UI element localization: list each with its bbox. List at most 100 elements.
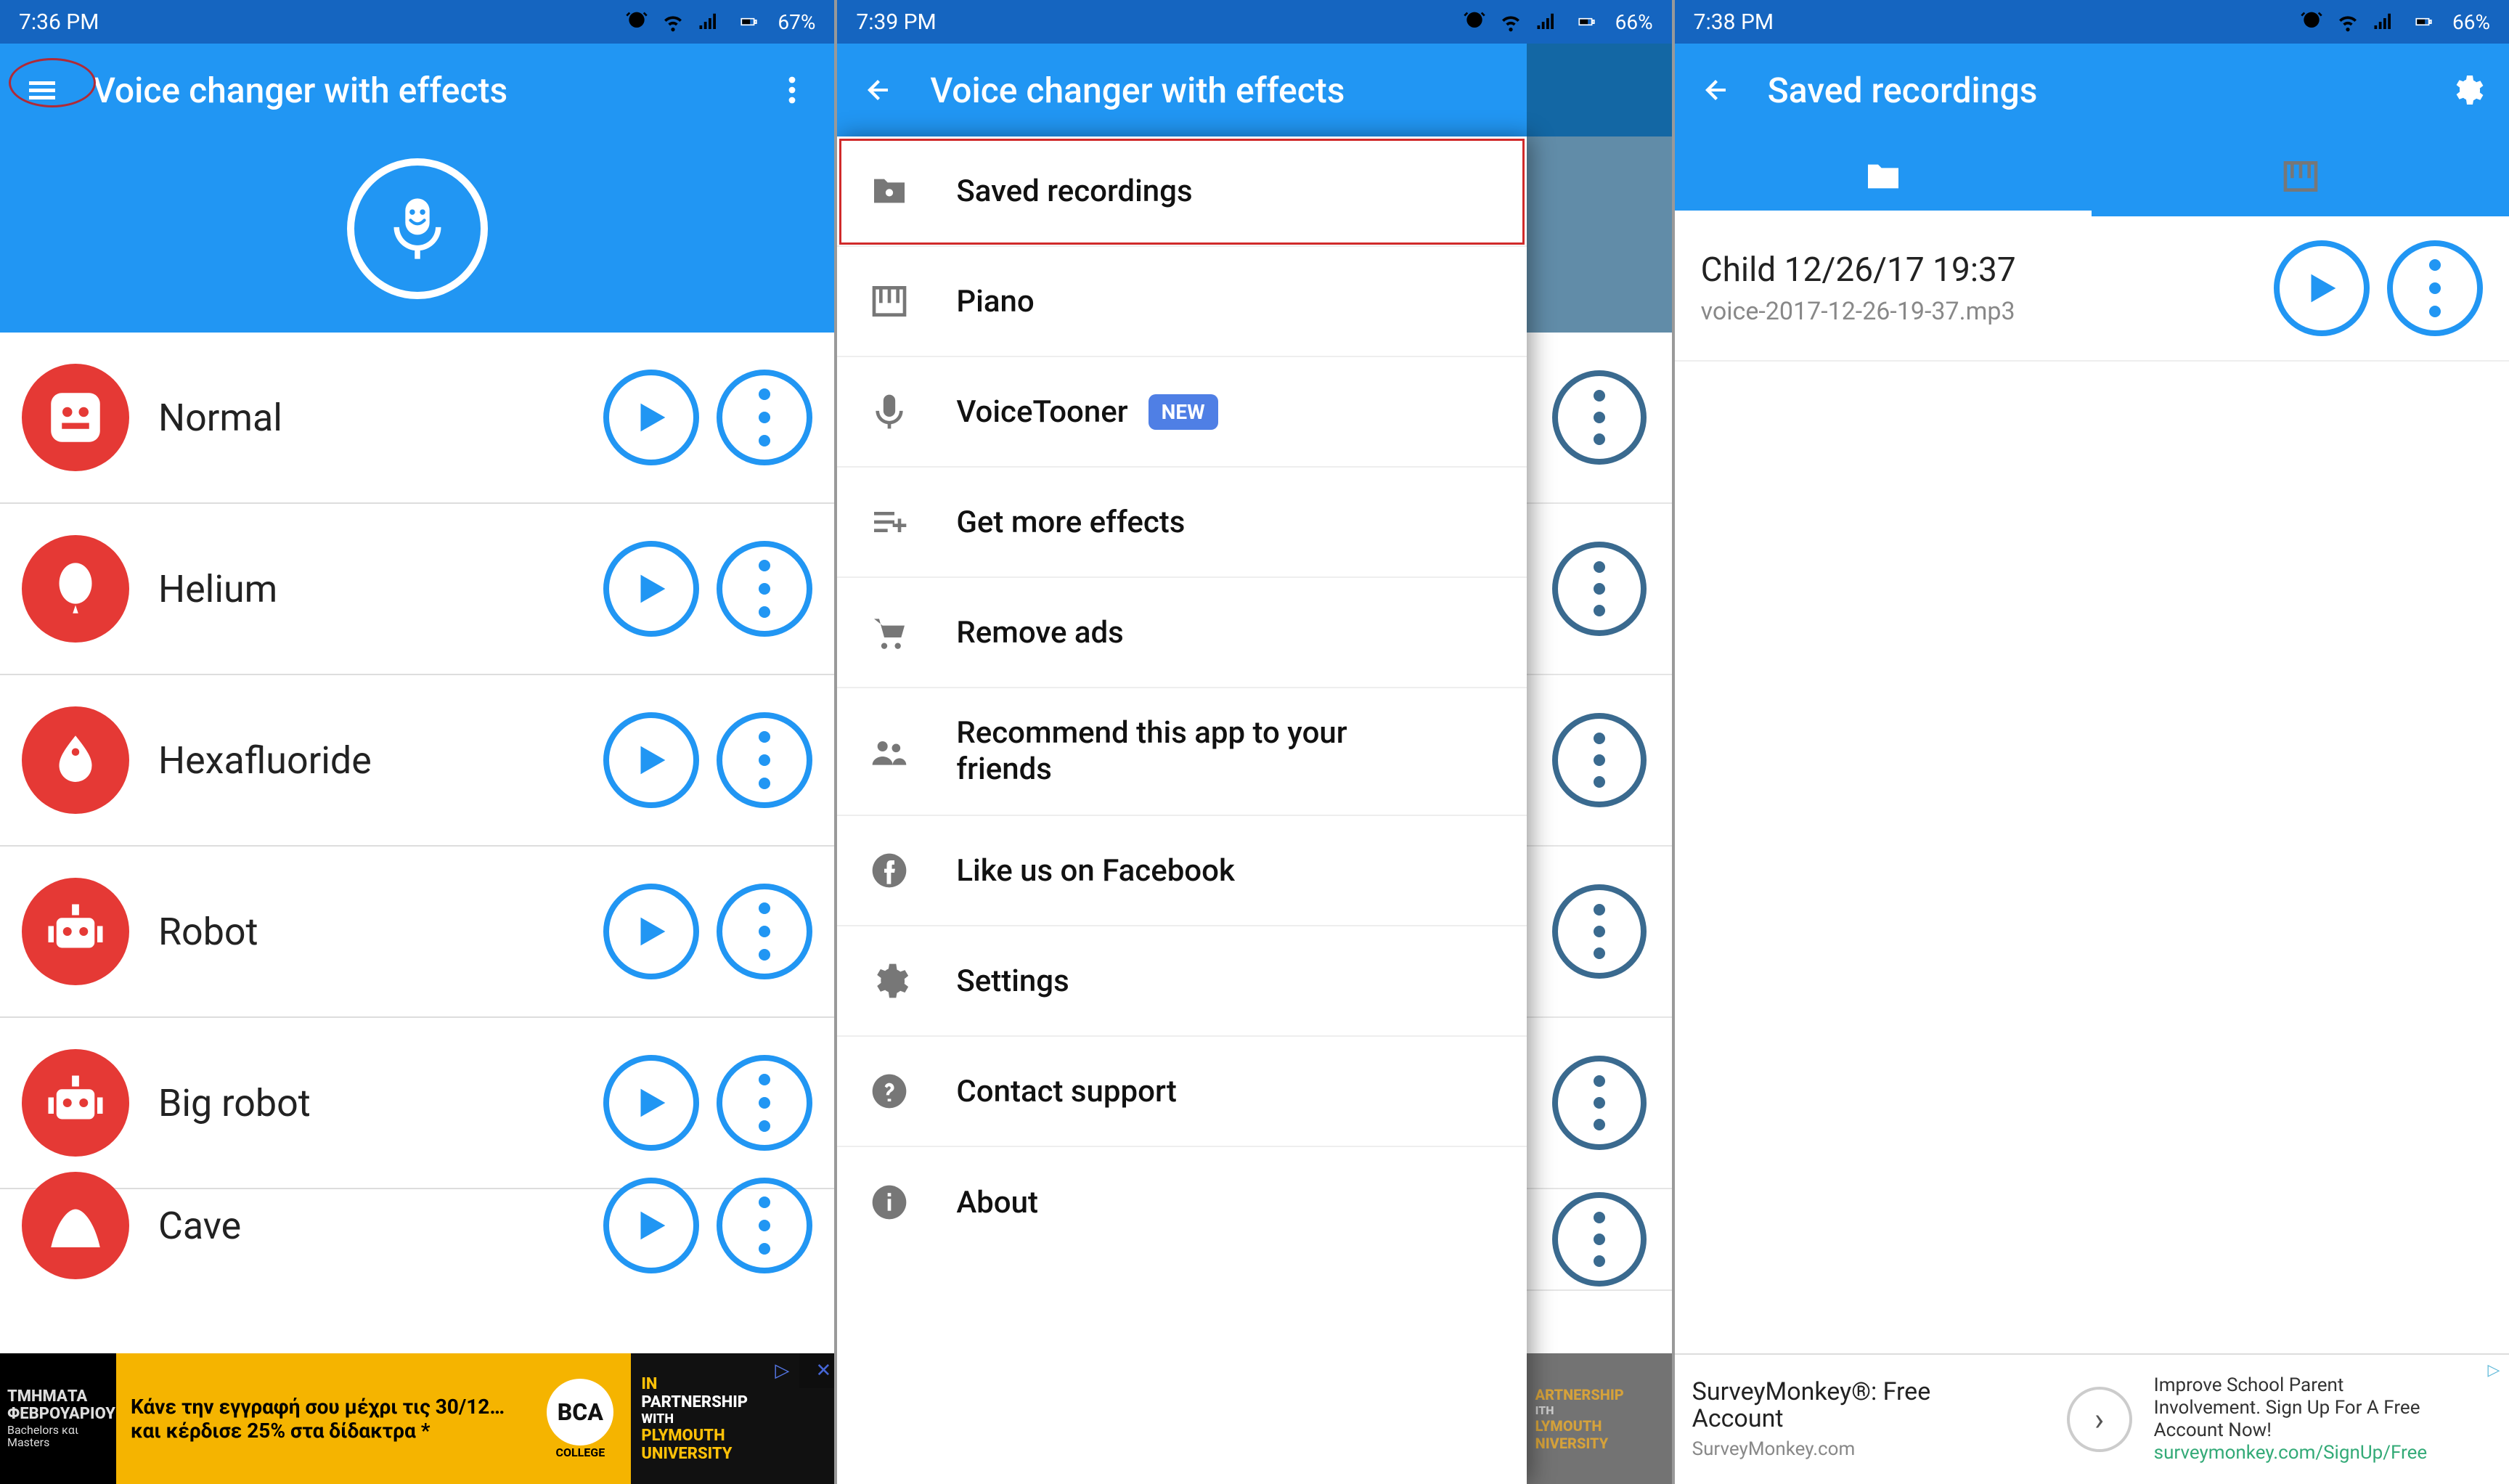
drawer-item-settings[interactable]: Settings xyxy=(837,926,1527,1037)
ad-text: UNIVERSITY xyxy=(641,1445,834,1463)
drawer-item-about[interactable]: About xyxy=(837,1147,1527,1257)
drawer-item-label: Get more effects xyxy=(956,505,1185,540)
ad-title: SurveyMonkey®: Free xyxy=(1692,1379,2049,1406)
status-time: 7:38 PM xyxy=(1694,9,2300,35)
back-button[interactable] xyxy=(1695,68,1739,112)
effect-label: Normal xyxy=(158,396,586,440)
drawer-item-label: Remove ads xyxy=(956,615,1123,651)
effect-icon-helium xyxy=(22,535,129,643)
wifi-icon xyxy=(1499,10,1522,33)
wifi-icon xyxy=(661,10,685,33)
signal-icon xyxy=(1535,11,1557,33)
recording-filename: voice-2017-12-26-19-37.mp3 xyxy=(1701,297,2256,326)
effect-more-button[interactable] xyxy=(717,370,812,465)
play-button[interactable] xyxy=(603,884,699,979)
ad-body: Improve School Parent xyxy=(2154,1374,2480,1397)
battery-icon xyxy=(2407,12,2439,31)
drawer-item-support[interactable]: Contact support xyxy=(837,1037,1527,1147)
drawer-item-recommend[interactable]: Recommend this app to your friends xyxy=(837,688,1527,816)
recording-more-button[interactable] xyxy=(2387,240,2483,336)
ad-info-icon[interactable]: ▷ xyxy=(764,1353,799,1388)
battery-icon xyxy=(733,12,764,31)
background-scrim: ARTNERSHIP ITH LYMOUTH NIVERSITY xyxy=(1527,44,1672,1484)
drawer-item-saved-recordings[interactable]: Saved recordings xyxy=(837,136,1527,247)
back-button[interactable] xyxy=(857,68,901,112)
ad-close-icon[interactable]: ✕ xyxy=(799,1353,834,1388)
drawer-item-voicetooner[interactable]: VoiceTooner NEW xyxy=(837,357,1527,468)
ad-banner[interactable]: ΤΜΗΜΑΤΑ ΦΕΒΡΟΥΑΡΙΟΥ Bachelors και Master… xyxy=(0,1353,834,1484)
ad-text: WITH xyxy=(641,1411,834,1427)
ad-text: ΦΕΒΡΟΥΑΡΙΟΥ xyxy=(7,1406,109,1423)
gear-icon xyxy=(866,958,913,1004)
effect-more-button[interactable] xyxy=(717,541,812,637)
app-title: Voice changer with effects xyxy=(93,70,770,111)
ad-text: PARTNERSHIP xyxy=(641,1393,834,1411)
record-header xyxy=(0,136,834,333)
folder-mic-icon xyxy=(1863,156,1904,197)
signal-icon xyxy=(698,11,719,33)
microphone-icon xyxy=(866,388,913,435)
ad-text: PLYMOUTH xyxy=(641,1427,834,1445)
page-title: Saved recordings xyxy=(1768,70,2445,111)
screen-drawer: 7:39 PM 66% Voice changer with effects xyxy=(837,0,1671,1484)
play-button[interactable] xyxy=(603,370,699,465)
settings-button[interactable] xyxy=(2445,68,2489,112)
drawer-item-label: About xyxy=(956,1185,1038,1220)
piano-icon xyxy=(2280,156,2321,197)
navigation-drawer: Saved recordings Piano VoiceTooner NEW G… xyxy=(837,136,1527,1484)
help-icon xyxy=(866,1068,913,1114)
drawer-item-remove-ads[interactable]: Remove ads xyxy=(837,578,1527,688)
drawer-item-facebook[interactable]: Like us on Facebook xyxy=(837,816,1527,926)
effect-label: Big robot xyxy=(158,1081,586,1125)
alarm-icon xyxy=(625,10,648,33)
effect-more-button[interactable] xyxy=(717,1055,812,1151)
drawer-item-label: Recommend this app to your friends xyxy=(956,715,1450,788)
ad-text: COLLEGE xyxy=(555,1446,605,1459)
status-bar: 7:36 PM 67% xyxy=(0,0,834,44)
effects-list[interactable]: Normal Helium Hexafluoride Robot xyxy=(0,333,834,1484)
alarm-icon xyxy=(1463,10,1486,33)
hamburger-menu-button[interactable] xyxy=(20,68,64,112)
screen-effects: 7:36 PM 67% Voice changer with effects xyxy=(0,0,834,1484)
record-button[interactable] xyxy=(347,158,488,299)
cart-icon xyxy=(866,609,913,656)
recordings-list[interactable]: Child 12/26/17 19:37 voice-2017-12-26-19… xyxy=(1675,216,2509,1484)
app-bar: Saved recordings xyxy=(1675,44,2509,136)
drawer-item-more-effects[interactable]: Get more effects xyxy=(837,468,1527,578)
ad-text: ITH xyxy=(1535,1403,1672,1417)
ad-domain: SurveyMonkey.com xyxy=(1692,1438,2049,1460)
battery-percent: 66% xyxy=(1615,10,1653,34)
effect-more-button[interactable] xyxy=(717,712,812,808)
wifi-icon xyxy=(2336,10,2359,33)
drawer-item-label: Saved recordings xyxy=(956,174,1192,209)
ad-info-icon[interactable]: ▷ xyxy=(2479,1355,2509,1385)
facebook-icon xyxy=(866,847,913,894)
play-button[interactable] xyxy=(2274,240,2370,336)
chevron-right-icon[interactable]: › xyxy=(2067,1387,2132,1452)
status-bar: 7:39 PM 66% xyxy=(837,0,1671,44)
people-icon xyxy=(866,728,913,775)
info-icon xyxy=(866,1179,913,1226)
effect-more-button[interactable] xyxy=(717,1178,812,1273)
overflow-menu-button[interactable] xyxy=(770,68,814,112)
folder-mic-icon xyxy=(866,168,913,214)
piano-icon xyxy=(866,278,913,325)
tab-piano[interactable] xyxy=(2092,136,2509,216)
effect-icon-normal xyxy=(22,364,129,471)
effect-row-cave: Cave xyxy=(0,1189,834,1298)
status-bar: 7:38 PM 66% xyxy=(1675,0,2509,44)
battery-percent: 66% xyxy=(2452,10,2490,34)
drawer-item-piano[interactable]: Piano xyxy=(837,247,1527,357)
play-button[interactable] xyxy=(603,1178,699,1273)
play-button[interactable] xyxy=(603,712,699,808)
play-button[interactable] xyxy=(603,1055,699,1151)
ad-banner[interactable]: SurveyMonkey®: Free Account SurveyMonkey… xyxy=(1675,1353,2509,1484)
ad-text: NIVERSITY xyxy=(1535,1435,1672,1452)
effect-label: Hexafluoride xyxy=(158,738,586,783)
effect-more-button[interactable] xyxy=(717,884,812,979)
tab-voice[interactable] xyxy=(1675,136,2092,216)
effect-row-helium: Helium xyxy=(0,504,834,675)
tab-indicator xyxy=(1675,211,2092,216)
play-button[interactable] xyxy=(603,541,699,637)
microphone-icon xyxy=(381,185,454,272)
